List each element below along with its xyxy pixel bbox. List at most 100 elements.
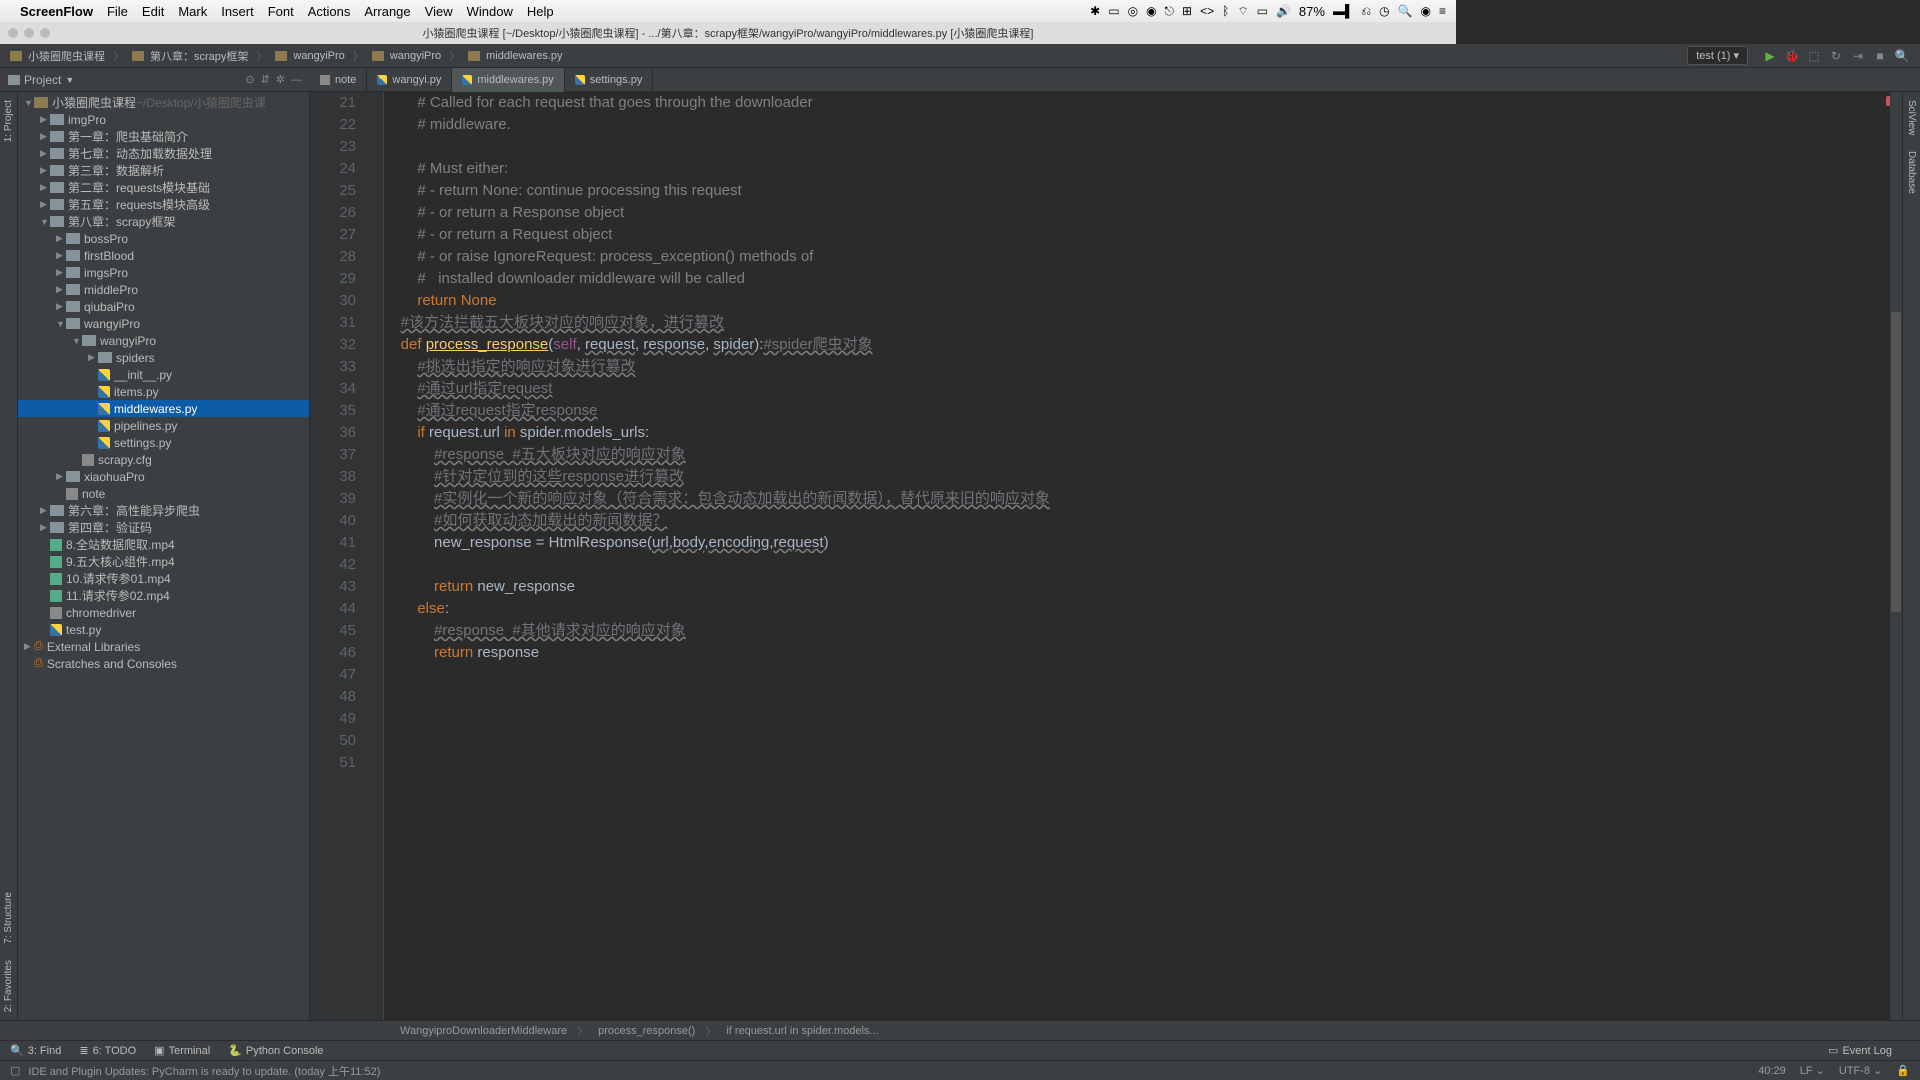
breadcrumb-item[interactable]: wangyiPro [293,50,344,62]
code-line[interactable]: #该方法拦截五大板块对应的响应对象，进行篡改 [384,312,1902,334]
lock-icon[interactable]: 🔒 [1896,1064,1910,1077]
tree-item[interactable]: 8.全站数据爬取.mp4 [18,536,309,553]
code-line[interactable]: #如何获取动态加载出的新闻数据？ [384,510,1902,532]
code-line[interactable]: #response #其他请求对应的响应对象 [384,620,1902,642]
tree-item[interactable]: __init__.py [18,366,309,383]
breadcrumb-item[interactable]: wangyiPro [390,50,441,62]
code-line[interactable]: # - or return a Request object [384,224,1902,246]
breadcrumb[interactable]: 小猿圈爬虫课程〉第八章：scrapy框架〉wangyiPro〉wangyiPro… [10,48,563,64]
spotlight-icon[interactable]: 🔍 [1398,4,1413,18]
expand-arrow-icon[interactable]: ▶ [40,182,50,193]
code-line[interactable] [384,708,1902,730]
editor-breadcrumb-item[interactable]: if request.url in spider.models... [726,1025,878,1037]
attach-icon[interactable]: ⇥ [1850,48,1866,64]
tree-item[interactable]: ▶第四章：验证码 [18,519,309,536]
coverage-icon[interactable]: ⬚ [1806,48,1822,64]
tree-item[interactable]: ▶⎙External Libraries [18,638,309,655]
battery-icon[interactable]: ▬▌ [1333,4,1354,18]
tree-item[interactable]: middlewares.py [18,400,309,417]
sidebar-tab-structure[interactable]: 7: Structure [3,884,14,952]
event-log[interactable]: ▭ Event Log [1828,1044,1892,1057]
menu-icon[interactable]: ≡ [1439,4,1446,18]
status-icon[interactable]: ◉ [1146,4,1156,18]
code-line[interactable]: #通过url指定request [384,378,1902,400]
tool-todo[interactable]: ≣ 6: TODO [79,1044,136,1057]
sidebar-tab-database[interactable]: Database [1906,143,1917,202]
code-line[interactable]: # installed downloader middleware will b… [384,268,1902,290]
hide-icon[interactable]: — [291,74,302,86]
code-line[interactable]: return None [384,290,1902,312]
editor-tab[interactable]: wangyi.py [367,68,452,92]
tool-find[interactable]: 🔍 3: Find [10,1044,61,1057]
code-line[interactable]: # - or return a Response object [384,202,1902,224]
scrollbar[interactable] [1890,92,1902,1020]
menu-help[interactable]: Help [527,4,554,19]
profile-icon[interactable]: ↻ [1828,48,1844,64]
expand-arrow-icon[interactable]: ▶ [40,148,50,159]
expand-arrow-icon[interactable]: ▶ [56,250,66,261]
expand-arrow-icon[interactable]: ▶ [24,641,34,652]
code-line[interactable]: new_response = HtmlResponse(url,body,enc… [384,532,1902,554]
scrollbar-thumb[interactable] [1891,312,1901,612]
expand-arrow-icon[interactable]: ▶ [56,471,66,482]
expand-arrow-icon[interactable]: ▶ [56,301,66,312]
tree-item[interactable]: note [18,485,309,502]
sidebar-tab-sciview[interactable]: SciView [1906,92,1917,143]
editor-tab[interactable]: note [310,68,367,92]
tree-item[interactable]: ▼小猿圈爬虫课程 ~/Desktop/小猿圈爬虫课 [18,94,309,111]
sidebar-tab-favorites[interactable]: 2: Favorites [3,952,14,1020]
code-editor[interactable]: 2122232425262728293031323334353637383940… [310,92,1902,1020]
breadcrumb-item[interactable]: middlewares.py [486,50,562,62]
menu-edit[interactable]: Edit [142,4,164,19]
breadcrumb-item[interactable]: 小猿圈爬虫课程 [28,48,105,64]
expand-arrow-icon[interactable]: ▶ [40,131,50,142]
code-line[interactable]: if request.url in spider.models_urls: [384,422,1902,444]
menu-font[interactable]: Font [268,4,294,19]
tree-item[interactable]: ▶第七章：动态加载数据处理 [18,145,309,162]
bluetooth-icon[interactable]: ᛒ [1222,4,1229,18]
search-everywhere-icon[interactable]: 🔍 [1894,48,1910,64]
menu-window[interactable]: Window [467,4,513,19]
status-icon[interactable]: ⎌ [1361,4,1371,19]
editor-breadcrumb[interactable]: WangyiproDownloaderMiddleware〉process_re… [0,1020,1920,1040]
code-line[interactable] [384,752,1902,774]
expand-arrow-icon[interactable]: ▼ [56,319,66,329]
code-line[interactable]: def process_response(self, request, resp… [384,334,1902,356]
stop-icon[interactable]: ■ [1872,48,1888,64]
tree-item[interactable]: ▶第二章：requests模块基础 [18,179,309,196]
run-icon[interactable]: ▶ [1762,48,1778,64]
expand-arrow-icon[interactable]: ▶ [40,114,50,125]
caret-position[interactable]: 40:29 [1758,1065,1786,1077]
expand-arrow-icon[interactable]: ▶ [40,199,50,210]
editor-breadcrumb-item[interactable]: WangyiproDownloaderMiddleware [400,1025,567,1037]
tree-item[interactable]: ▼第八章：scrapy框架 [18,213,309,230]
expand-arrow-icon[interactable]: ▶ [88,352,98,363]
code-line[interactable]: return response [384,642,1902,664]
code-line[interactable]: return new_response [384,576,1902,598]
tree-item[interactable]: ▶spiders [18,349,309,366]
expand-arrow-icon[interactable]: ▼ [72,336,82,346]
tree-item[interactable]: items.py [18,383,309,400]
run-config-selector[interactable]: test (1) ▾ [1687,46,1748,65]
chevron-down-icon[interactable]: ▼ [65,75,74,85]
locate-icon[interactable]: ⊙ [245,73,254,86]
expand-arrow-icon[interactable]: ▼ [24,98,34,108]
tree-item[interactable]: scrapy.cfg [18,451,309,468]
tree-item[interactable]: ▶第五章：requests模块高级 [18,196,309,213]
tree-item[interactable]: ▶第三章：数据解析 [18,162,309,179]
breadcrumb-item[interactable]: 第八章：scrapy框架 [150,48,248,64]
tree-item[interactable]: ▼wangyiPro [18,332,309,349]
project-panel-label[interactable]: Project [24,73,61,87]
menu-file[interactable]: File [107,4,128,19]
code-line[interactable]: # - return None: continue processing thi… [384,180,1902,202]
code-line[interactable] [384,136,1902,158]
code-line[interactable]: # Called for each request that goes thro… [384,92,1902,114]
display-icon[interactable]: ▭ [1257,4,1268,18]
expand-arrow-icon[interactable]: ▶ [56,267,66,278]
code-line[interactable] [384,554,1902,576]
siri-icon[interactable]: ◉ [1421,4,1431,18]
tree-item[interactable]: chromedriver [18,604,309,621]
tree-item[interactable]: 10.请求传参01.mp4 [18,570,309,587]
menu-mark[interactable]: Mark [178,4,207,19]
tree-item[interactable]: settings.py [18,434,309,451]
